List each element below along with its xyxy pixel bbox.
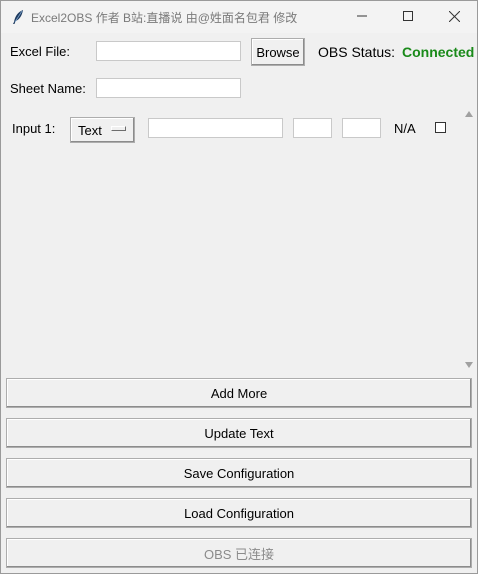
vertical-scrollbar[interactable] (462, 105, 476, 375)
maximize-icon (403, 11, 413, 21)
minimize-button[interactable] (339, 1, 385, 31)
enable-checkbox[interactable] (435, 122, 446, 133)
add-more-button[interactable]: Add More (6, 378, 472, 408)
update-text-button[interactable]: Update Text (6, 418, 472, 448)
feather-icon (11, 9, 25, 25)
preview-value: N/A (394, 121, 416, 136)
triangle-down-icon[interactable] (462, 358, 476, 372)
obs-status-label: OBS Status: (318, 44, 396, 60)
row-input[interactable] (293, 118, 332, 138)
window-title: Excel2OBS 作者 B站:直播说 由@姓面名包君 修改 (31, 11, 298, 25)
minimize-icon (357, 15, 367, 17)
column-input[interactable] (342, 118, 381, 138)
triangle-up-icon[interactable] (462, 108, 476, 122)
type-menu-button[interactable]: Text (70, 117, 135, 143)
excel-file-input[interactable] (96, 41, 241, 61)
save-configuration-button[interactable]: Save Configuration (6, 458, 472, 488)
type-menu-value: Text (78, 123, 102, 138)
browse-button-label: Browse (256, 44, 300, 60)
sheet-name-label: Sheet Name: (10, 81, 86, 96)
obs-connect-label: OBS 已连接 (203, 546, 275, 562)
browse-button[interactable]: Browse (251, 38, 305, 66)
obs-status-value: Connected (402, 44, 475, 60)
add-more-label: Add More (210, 385, 268, 401)
excel-file-label: Excel File: (10, 44, 70, 59)
save-configuration-label: Save Configuration (183, 465, 295, 481)
sheet-name-input[interactable] (96, 78, 241, 98)
app-window: Excel2OBS 作者 B站:直播说 由@姓面名包君 修改 Excel Fil… (0, 0, 478, 574)
update-text-label: Update Text (204, 425, 274, 441)
load-configuration-label: Load Configuration (184, 505, 294, 521)
close-button[interactable] (431, 1, 477, 31)
close-icon (448, 10, 460, 22)
load-configuration-button[interactable]: Load Configuration (6, 498, 472, 528)
source-input[interactable] (148, 118, 283, 138)
menu-indicator-icon (111, 126, 126, 131)
obs-connect-button[interactable]: OBS 已连接 (6, 538, 472, 568)
maximize-button[interactable] (385, 1, 431, 31)
input-row-label: Input 1: (12, 121, 56, 136)
inputs-panel: Input 1: Text N/A (7, 105, 461, 375)
title-bar: Excel2OBS 作者 B站:直播说 由@姓面名包君 修改 (1, 1, 477, 33)
